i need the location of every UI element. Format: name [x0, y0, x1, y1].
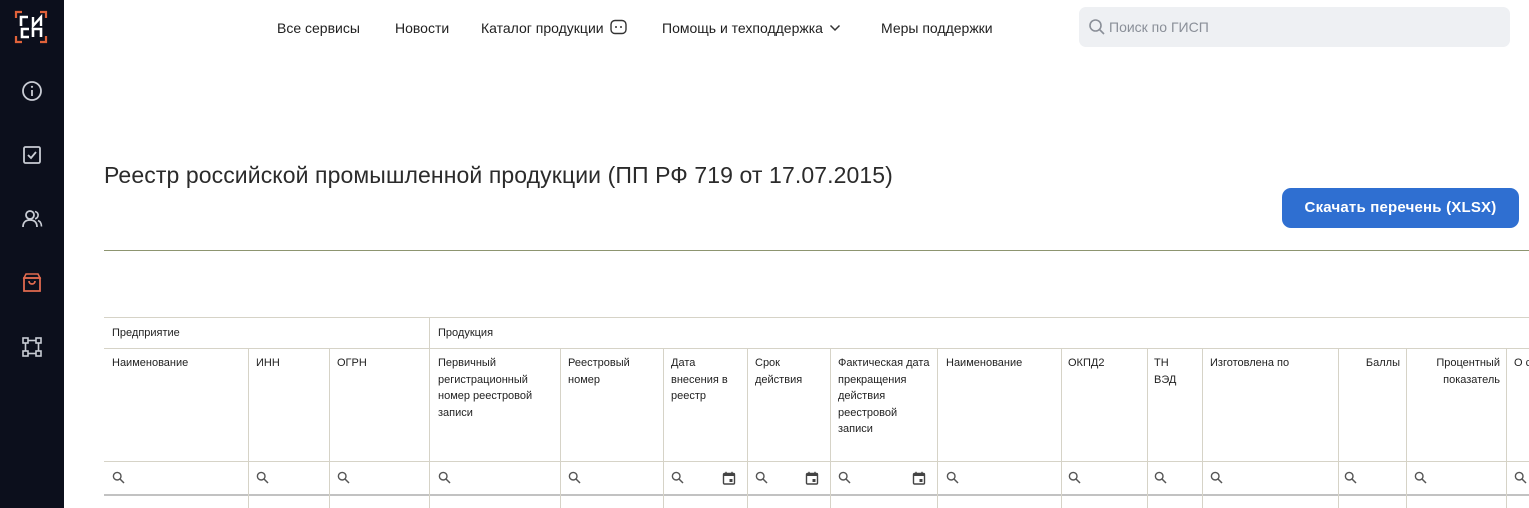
filter-search-icon[interactable]	[1210, 471, 1223, 484]
column-header[interactable]: Дата внесения в реестр	[671, 355, 741, 405]
column-header[interactable]: ОГРН	[337, 355, 422, 372]
sidebar	[0, 0, 64, 508]
column-divider	[747, 348, 748, 508]
workflow-icon[interactable]	[20, 335, 44, 359]
column-header[interactable]: ОКПД2	[1068, 355, 1138, 372]
gisp-logo[interactable]	[14, 10, 48, 44]
search-input[interactable]	[1109, 7, 1499, 47]
column-header[interactable]: Баллы	[1344, 355, 1400, 372]
column-divider	[937, 348, 938, 508]
table-border	[104, 461, 1529, 462]
users-icon[interactable]	[20, 207, 44, 231]
column-header[interactable]: Наименование	[946, 355, 1056, 372]
download-xlsx-button[interactable]: Скачать перечень (XLSX)	[1282, 188, 1519, 228]
calendar-icon[interactable]	[805, 471, 819, 485]
column-header[interactable]: ТН ВЭД	[1154, 355, 1190, 388]
column-divider	[1202, 348, 1203, 508]
column-header[interactable]: ИНН	[256, 355, 326, 372]
registry-table: Предприятие Продукция Наименование ИНН О…	[104, 317, 1529, 508]
column-divider	[1147, 348, 1148, 508]
filter-search-icon[interactable]	[946, 471, 959, 484]
group-header-product: Продукция	[438, 327, 494, 339]
chat-bubble-icon	[609, 19, 627, 40]
column-header[interactable]: Реестровый номер	[568, 355, 648, 388]
column-divider	[1506, 348, 1507, 508]
search-box	[1079, 7, 1510, 47]
filter-search-icon[interactable]	[755, 471, 768, 484]
search-icon	[1088, 18, 1106, 36]
info-icon[interactable]	[20, 79, 44, 103]
nav-catalog-label: Каталог продукции	[481, 20, 604, 37]
filter-search-icon[interactable]	[1154, 471, 1167, 484]
nav-news[interactable]: Новости	[395, 19, 449, 37]
nav-help[interactable]: Помощь и техподдержка	[662, 19, 841, 38]
nav-help-label: Помощь и техподдержка	[662, 20, 823, 36]
column-divider	[1061, 348, 1062, 508]
column-divider	[248, 348, 249, 508]
nav-catalog[interactable]: Каталог продукции	[481, 19, 627, 40]
column-divider	[329, 348, 330, 508]
nav-all-services[interactable]: Все сервисы	[277, 19, 360, 37]
shopping-bag-icon[interactable]	[20, 271, 44, 295]
column-divider	[560, 348, 561, 508]
filter-search-icon[interactable]	[438, 471, 451, 484]
calendar-icon[interactable]	[722, 471, 736, 485]
nav-support-measures[interactable]: Меры поддержки	[881, 19, 993, 37]
divider	[104, 250, 1529, 251]
calendar-icon[interactable]	[912, 471, 926, 485]
filter-search-icon[interactable]	[838, 471, 851, 484]
filter-search-icon[interactable]	[671, 471, 684, 484]
column-header[interactable]: Первичный регистрационный номер реестров…	[438, 355, 554, 421]
filter-search-icon[interactable]	[1344, 471, 1357, 484]
column-divider	[429, 317, 430, 508]
column-header[interactable]: Процентный показатель	[1414, 355, 1500, 388]
column-divider	[830, 348, 831, 508]
column-header[interactable]: Фактическая дата прекращения действия ре…	[838, 355, 932, 438]
column-header[interactable]: Срок действия	[755, 355, 825, 388]
checkbox-icon[interactable]	[20, 143, 44, 167]
filter-search-icon[interactable]	[112, 471, 125, 484]
filter-search-icon[interactable]	[1068, 471, 1081, 484]
column-header[interactable]: Наименование	[112, 355, 242, 372]
page-title: Реестр российской промышленной продукции…	[104, 162, 893, 188]
filter-search-icon[interactable]	[1514, 471, 1527, 484]
column-divider	[1406, 348, 1407, 508]
filter-search-icon[interactable]	[568, 471, 581, 484]
chevron-down-icon	[829, 20, 841, 38]
column-divider	[663, 348, 664, 508]
filter-search-icon[interactable]	[256, 471, 269, 484]
filter-search-icon[interactable]	[1414, 471, 1427, 484]
group-header-enterprise: Предприятие	[112, 327, 180, 339]
table-border	[104, 348, 1529, 349]
filter-search-icon[interactable]	[337, 471, 350, 484]
table-border	[104, 317, 1529, 318]
column-divider	[1338, 348, 1339, 508]
column-header[interactable]: О с	[1514, 355, 1529, 372]
column-header[interactable]: Изготовлена по	[1210, 355, 1330, 372]
table-border	[104, 494, 1529, 496]
